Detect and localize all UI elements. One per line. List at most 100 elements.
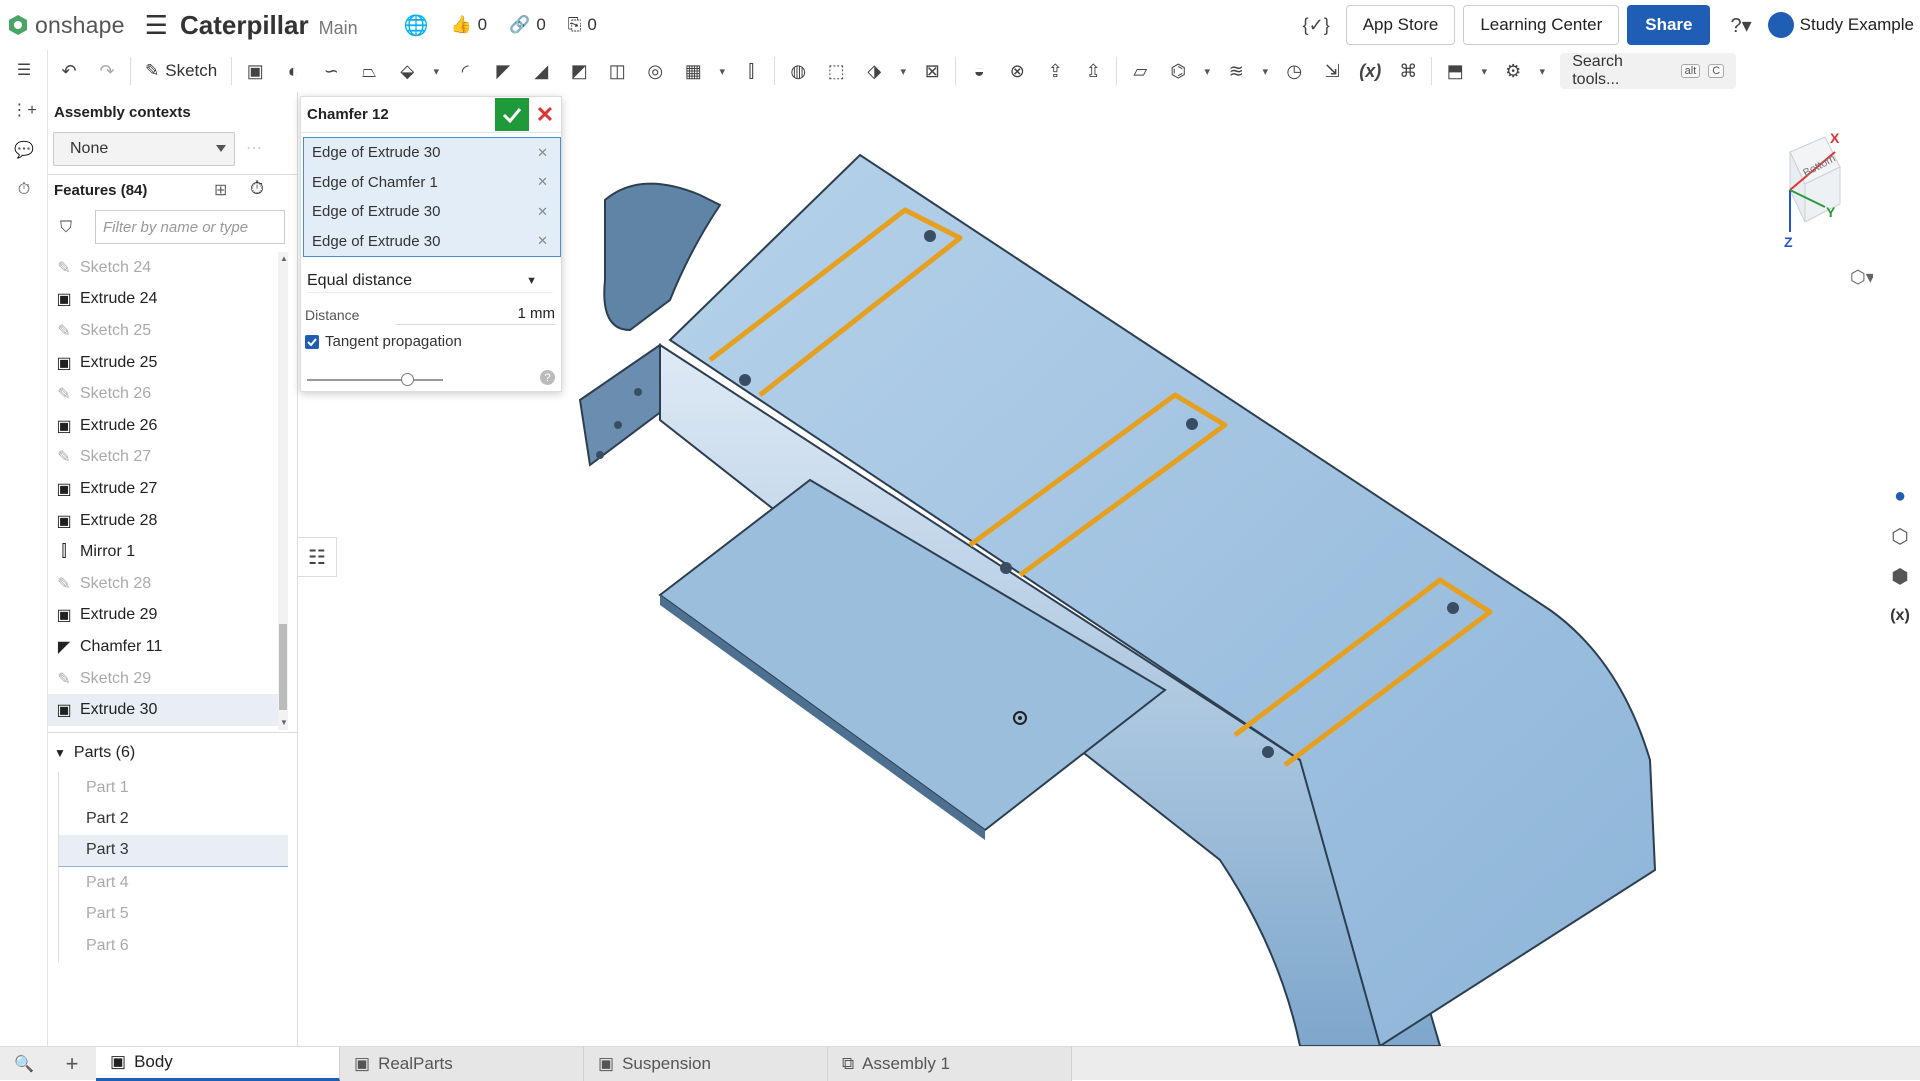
feature-item[interactable]: ✎ Sketch 24 [48, 252, 288, 284]
feature-item[interactable]: ◤ Chamfer 11 [48, 631, 288, 663]
more-options-icon[interactable]: ⋯ [246, 138, 262, 158]
chevron-down-icon[interactable]: ▾ [1255, 54, 1275, 88]
sketch-button[interactable]: ✎ Sketch [135, 61, 227, 81]
feature-item[interactable]: ✎ Sketch 29 [48, 663, 288, 695]
feature-item[interactable]: ✎ Sketch 25 [48, 315, 288, 347]
filter-input[interactable]: Filter by name or type [95, 210, 285, 244]
share-button[interactable]: Share [1627, 5, 1711, 45]
measure-icon[interactable]: ◷ [1275, 54, 1313, 88]
mate-connector-icon[interactable]: ⌬ [1159, 54, 1197, 88]
scroll-down-icon[interactable]: ▼ [280, 718, 288, 727]
remove-selection-icon[interactable]: ✕ [537, 204, 548, 220]
tab-body[interactable]: ▣ Body [96, 1046, 340, 1081]
scroll-up-icon[interactable]: ▲ [280, 254, 288, 263]
feature-item[interactable]: ▣ Extrude 27 [48, 473, 288, 505]
rollback-timer-icon[interactable]: ⏱ [250, 178, 264, 199]
history-timer-icon[interactable]: ⏱ [0, 170, 48, 210]
hole-icon[interactable]: ◎ [636, 54, 674, 88]
ok-button[interactable] [495, 98, 529, 131]
variables-table-icon[interactable]: (x) [1880, 596, 1920, 636]
preview-slider[interactable] [307, 373, 443, 386]
likes-count[interactable]: 👍 0 [451, 15, 488, 35]
import-icon[interactable]: ⇲ [1313, 54, 1351, 88]
feature-list-scrollbar[interactable]: ▲ ▼ [278, 252, 288, 730]
extrude-icon[interactable]: ▣ [236, 54, 274, 88]
feature-list-toggle[interactable]: ☷ [297, 537, 337, 577]
feature-item[interactable]: ▣ Extrude 25 [48, 347, 288, 379]
modify-fillet-icon[interactable]: ◒ [960, 54, 998, 88]
rib-icon[interactable]: ◩ [560, 54, 598, 88]
chevron-down-icon[interactable]: ▾ [893, 54, 913, 88]
revolve-icon[interactable]: ◐ [274, 54, 312, 88]
featurescript-icon[interactable]: {✓} [1295, 15, 1338, 36]
chamfer-icon[interactable]: ◤ [484, 54, 522, 88]
variable-icon[interactable]: (x) [1351, 54, 1389, 88]
feature-list-icon[interactable]: ☰ [0, 50, 48, 90]
assembly-context-select[interactable]: None [53, 132, 235, 166]
draft-icon[interactable]: ◢ [522, 54, 560, 88]
document-title[interactable]: Caterpillar [180, 10, 309, 41]
help-icon[interactable]: ?▾ [1730, 13, 1751, 38]
move-face-icon[interactable]: ⇪ [1036, 54, 1074, 88]
mirror-icon[interactable]: ⫿ [732, 54, 770, 88]
feature-item[interactable]: ⫿ Mirror 1 [48, 536, 288, 568]
sheet-metal-icon[interactable]: ⬒ [1436, 54, 1474, 88]
tab-realparts[interactable]: ▣ RealParts [340, 1046, 584, 1081]
selection-item[interactable]: Edge of Extrude 30 ✕ [304, 138, 560, 168]
scrollbar-thumb[interactable] [279, 624, 287, 710]
sweep-icon[interactable]: ∽ [312, 54, 350, 88]
help-icon[interactable]: ? [540, 370, 555, 385]
mass-properties-icon[interactable]: ⬢ [1880, 556, 1920, 596]
part-studio-config-icon[interactable]: ⬡ [1880, 516, 1920, 556]
shell-icon[interactable]: ◫ [598, 54, 636, 88]
transform-icon[interactable]: ⬗ [855, 54, 893, 88]
filter-icon[interactable]: ⛉ [60, 219, 72, 237]
feature-item[interactable]: ▣ Extrude 29 [48, 600, 288, 632]
part-item[interactable]: Part 6 [58, 929, 288, 962]
chamfer-type-select[interactable]: Equal distance ▼ [307, 269, 553, 293]
part-item[interactable]: Part 5 [58, 898, 288, 930]
view-mode-button[interactable]: ⬡▾ [1850, 267, 1873, 288]
feature-item[interactable]: ▣ Extrude 30 [48, 694, 288, 726]
fillet-icon[interactable]: ◜ [446, 54, 484, 88]
user-menu[interactable]: Study Example [1767, 12, 1914, 38]
app-store-button[interactable]: App Store [1345, 5, 1456, 45]
tab-assembly-1[interactable]: ⧉ Assembly 1 [828, 1046, 1072, 1081]
onshape-logo[interactable]: onshape [6, 12, 125, 39]
feature-item[interactable]: ▣ Extrude 24 [48, 284, 288, 316]
slider-knob[interactable] [401, 373, 414, 386]
tab-manager-icon[interactable]: 🔍 [0, 1054, 48, 1074]
delete-part-icon[interactable]: ⊠ [913, 54, 951, 88]
feature-item[interactable]: ✎ Sketch 27 [48, 442, 288, 474]
delete-face-icon[interactable]: ⊗ [998, 54, 1036, 88]
branch-label[interactable]: Main [319, 18, 358, 39]
feature-item[interactable]: ✎ Sketch 28 [48, 568, 288, 600]
add-tab-button[interactable]: + [48, 1051, 96, 1077]
thicken-icon[interactable]: ⬙ [388, 54, 426, 88]
chevron-down-icon[interactable]: ▾ [426, 54, 446, 88]
remove-selection-icon[interactable]: ✕ [537, 233, 548, 249]
selection-item[interactable]: Edge of Extrude 30 ✕ [304, 197, 560, 227]
redo-icon[interactable]: ↷ [88, 54, 126, 88]
split-icon[interactable]: ⬚ [817, 54, 855, 88]
loft-icon[interactable]: ⏢ [350, 54, 388, 88]
add-feature-icon[interactable]: ⋮+ [0, 90, 48, 130]
chevron-down-icon[interactable]: ▾ [1532, 54, 1552, 88]
menu-icon[interactable]: ☰ [145, 10, 168, 41]
tangent-propagation-checkbox[interactable] [305, 334, 319, 349]
remove-selection-icon[interactable]: ✕ [537, 145, 548, 161]
feature-item[interactable]: ▣ Extrude 28 [48, 505, 288, 537]
part-item[interactable]: Part 1 [58, 772, 288, 804]
selection-item[interactable]: Edge of Chamfer 1 ✕ [304, 168, 560, 198]
feature-item[interactable]: ▣ Extrude 26 [48, 410, 288, 442]
feature-item[interactable]: ✎ Sketch 26 [48, 378, 288, 410]
distance-input[interactable]: 1 mm [395, 305, 555, 325]
cancel-button[interactable]: ✕ [531, 98, 559, 131]
undo-icon[interactable]: ↶ [50, 54, 88, 88]
part-item[interactable]: Part 2 [58, 803, 288, 836]
selection-item[interactable]: Edge of Extrude 30 ✕ [304, 227, 560, 257]
model-rear-flange[interactable] [578, 343, 672, 467]
search-tools-input[interactable]: Search tools... alt C [1560, 53, 1737, 89]
chevron-down-icon[interactable]: ▾ [1197, 54, 1217, 88]
selection-list[interactable]: Edge of Extrude 30 ✕ Edge of Chamfer 1 ✕ Edg… [303, 137, 561, 257]
